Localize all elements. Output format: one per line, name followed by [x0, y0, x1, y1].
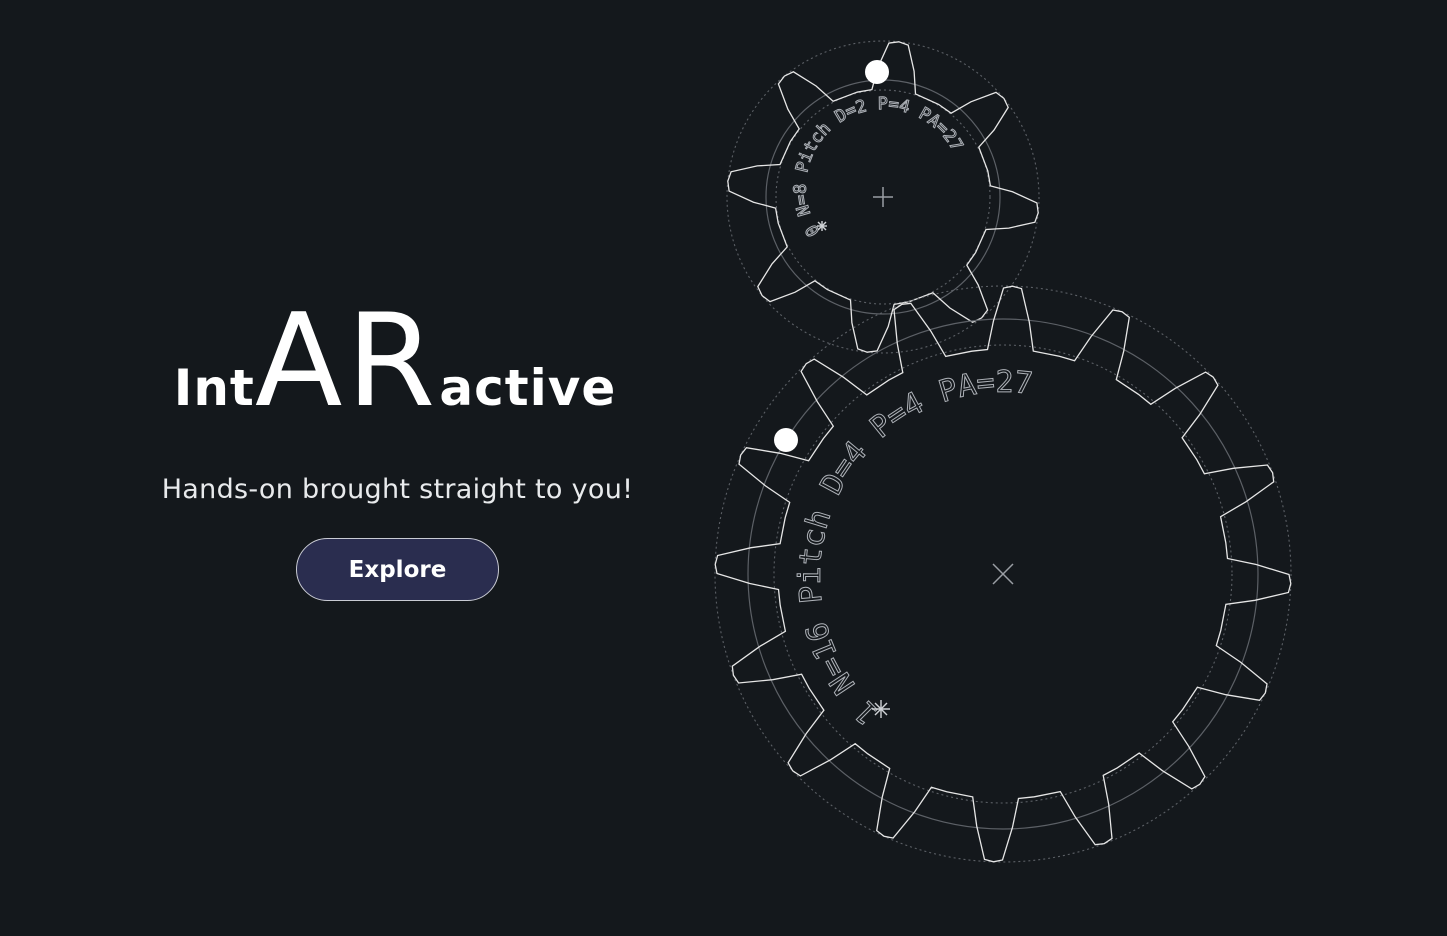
- small-gear-star: [817, 221, 827, 231]
- gears-illustration: 0 N=8 Pitch D=2 P=4 PA=27 1 N=16 Pitch D…: [714, 40, 1292, 863]
- small-gear-label: 0 N=8 Pitch D=2 P=4 PA=27: [791, 94, 967, 240]
- small-gear: 0 N=8 Pitch D=2 P=4 PA=27: [726, 40, 1040, 354]
- large-gear: 1 N=16 Pitch D=4 P=4 PA=27: [714, 285, 1292, 863]
- large-gear-marker-dot: [774, 428, 798, 452]
- small-gear-marker-dot: [865, 60, 889, 84]
